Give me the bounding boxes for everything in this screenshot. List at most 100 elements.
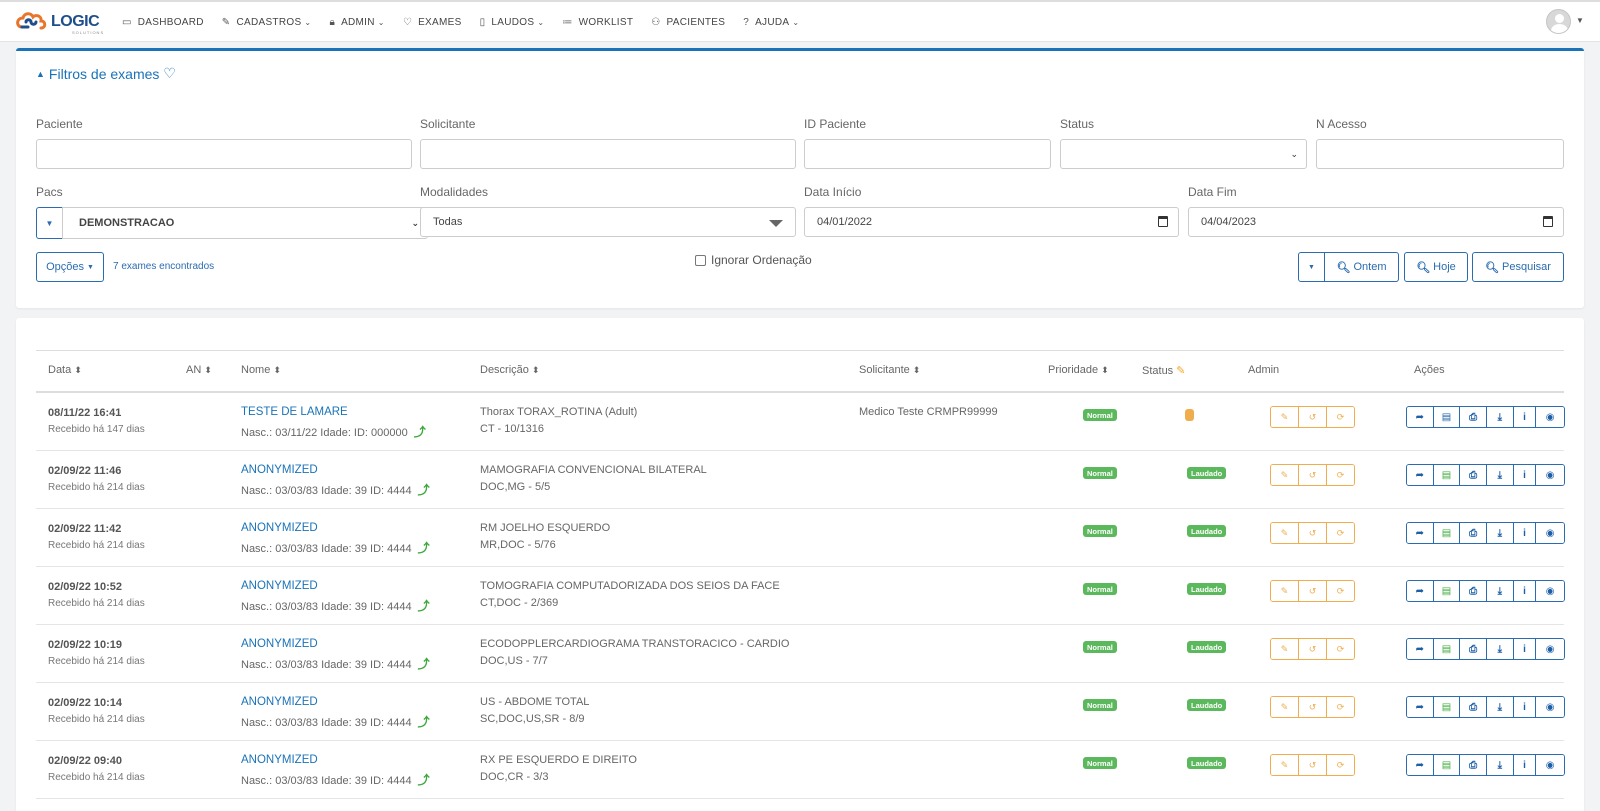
- th-data[interactable]: Data ⬍: [48, 364, 82, 376]
- nav-item-admin[interactable]: 🔒︎ ADMIN ⌄: [329, 17, 384, 28]
- share-icon[interactable]: ➦: [1407, 755, 1434, 775]
- history-icon[interactable]: ↺: [1299, 581, 1327, 601]
- date-shortcuts-dropdown[interactable]: ▼: [1298, 252, 1325, 282]
- level-up-icon[interactable]: ⤴: [418, 715, 430, 729]
- level-up-icon[interactable]: ⤴: [418, 599, 430, 613]
- ignorar-ordenacao-toggle[interactable]: Ignorar Ordenação: [695, 253, 812, 267]
- file-pdf-icon[interactable]: ▤: [1433, 407, 1461, 427]
- avatar-caret-icon[interactable]: ▼: [1576, 16, 1584, 25]
- share-icon[interactable]: ➦: [1407, 697, 1434, 717]
- share-icon[interactable]: ➦: [1407, 581, 1434, 601]
- patient-name-link[interactable]: ANONYMIZED: [241, 696, 318, 708]
- file-pdf-icon[interactable]: ▤: [1433, 755, 1461, 775]
- ontem-button[interactable]: 🔍︎ Ontem: [1324, 252, 1399, 282]
- solicitante-input[interactable]: [420, 139, 796, 169]
- modalidades-select[interactable]: Todas: [420, 207, 796, 237]
- heart-icon[interactable]: ♡: [163, 65, 176, 82]
- download-icon[interactable]: ⤓: [1486, 639, 1514, 659]
- eye-icon[interactable]: ◉: [1536, 407, 1564, 427]
- patient-name-link[interactable]: TESTE DE LAMARE: [241, 406, 348, 418]
- print-icon[interactable]: ⎙: [1460, 407, 1487, 427]
- pacs-select[interactable]: DEMONSTRACAO ⌄: [62, 207, 428, 239]
- download-icon[interactable]: ⤓: [1486, 465, 1514, 485]
- info-icon[interactable]: i: [1513, 465, 1537, 485]
- nav-item-cadastros[interactable]: ✎ CADASTROS ⌄: [222, 17, 312, 28]
- filters-toggle[interactable]: ▲ Filtros de exames ♡: [36, 65, 176, 82]
- level-up-icon[interactable]: ⤴: [418, 657, 430, 671]
- file-pdf-icon[interactable]: ▤: [1433, 581, 1461, 601]
- edit-icon[interactable]: ✎: [1271, 407, 1299, 427]
- eye-icon[interactable]: ◉: [1536, 639, 1564, 659]
- opcoes-button[interactable]: Opções ▼: [36, 252, 104, 282]
- th-nome[interactable]: Nome ⬍: [241, 364, 281, 376]
- eye-icon[interactable]: ◉: [1536, 697, 1564, 717]
- eye-icon[interactable]: ◉: [1536, 465, 1564, 485]
- pacs-dropdown-button[interactable]: ▼: [36, 207, 63, 239]
- paciente-input[interactable]: [36, 139, 412, 169]
- download-icon[interactable]: ⤓: [1486, 581, 1514, 601]
- info-icon[interactable]: i: [1513, 407, 1537, 427]
- edit-icon[interactable]: ✎: [1271, 465, 1299, 485]
- ignorar-ordenacao-checkbox[interactable]: [695, 254, 706, 266]
- nav-item-worklist[interactable]: ≔ WORKLIST: [562, 17, 633, 28]
- download-icon[interactable]: ⤓: [1486, 407, 1514, 427]
- info-icon[interactable]: i: [1513, 639, 1537, 659]
- print-icon[interactable]: ⎙: [1460, 755, 1487, 775]
- history-icon[interactable]: ↺: [1299, 697, 1327, 717]
- print-icon[interactable]: ⎙: [1460, 523, 1487, 543]
- eye-icon[interactable]: ◉: [1536, 755, 1564, 775]
- nav-item-ajuda[interactable]: ? AJUDA ⌄: [743, 17, 799, 28]
- refresh-icon[interactable]: ⟳: [1327, 407, 1354, 427]
- data-inicio-input[interactable]: 04/01/2022: [804, 207, 1179, 237]
- eye-icon[interactable]: ◉: [1536, 581, 1564, 601]
- edit-icon[interactable]: ✎: [1271, 755, 1299, 775]
- logo[interactable]: LOGIC SOLUTIONS: [14, 9, 104, 35]
- nav-item-laudos[interactable]: ▯ LAUDOS ⌄: [480, 17, 545, 28]
- status-select[interactable]: ⌄: [1060, 139, 1307, 169]
- th-descricao[interactable]: Descrição ⬍: [480, 364, 539, 376]
- pesquisar-button[interactable]: 🔍︎ Pesquisar: [1472, 252, 1564, 282]
- history-icon[interactable]: ↺: [1299, 523, 1327, 543]
- refresh-icon[interactable]: ⟳: [1327, 465, 1354, 485]
- level-up-icon[interactable]: ⤴: [414, 425, 426, 439]
- refresh-icon[interactable]: ⟳: [1327, 581, 1354, 601]
- file-pdf-icon[interactable]: ▤: [1433, 639, 1461, 659]
- share-icon[interactable]: ➦: [1407, 407, 1434, 427]
- file-pdf-icon[interactable]: ▤: [1433, 697, 1461, 717]
- info-icon[interactable]: i: [1513, 755, 1537, 775]
- patient-name-link[interactable]: ANONYMIZED: [241, 754, 318, 766]
- level-up-icon[interactable]: ⤴: [418, 773, 430, 787]
- refresh-icon[interactable]: ⟳: [1327, 639, 1354, 659]
- history-icon[interactable]: ↺: [1299, 465, 1327, 485]
- file-pdf-icon[interactable]: ▤: [1433, 465, 1461, 485]
- download-icon[interactable]: ⤓: [1486, 755, 1514, 775]
- history-icon[interactable]: ↺: [1299, 639, 1327, 659]
- patient-name-link[interactable]: ANONYMIZED: [241, 522, 318, 534]
- print-icon[interactable]: ⎙: [1460, 639, 1487, 659]
- print-icon[interactable]: ⎙: [1460, 465, 1487, 485]
- info-icon[interactable]: i: [1513, 581, 1537, 601]
- share-icon[interactable]: ➦: [1407, 523, 1434, 543]
- level-up-icon[interactable]: ⤴: [418, 483, 430, 497]
- avatar[interactable]: [1546, 9, 1571, 34]
- download-icon[interactable]: ⤓: [1486, 697, 1514, 717]
- id-paciente-input[interactable]: [804, 139, 1051, 169]
- th-solicitante[interactable]: Solicitante ⬍: [859, 364, 920, 376]
- file-pdf-icon[interactable]: ▤: [1433, 523, 1461, 543]
- patient-name-link[interactable]: ANONYMIZED: [241, 638, 318, 650]
- download-icon[interactable]: ⤓: [1486, 523, 1514, 543]
- edit-icon[interactable]: ✎: [1271, 523, 1299, 543]
- print-icon[interactable]: ⎙: [1460, 581, 1487, 601]
- edit-icon[interactable]: ✎: [1271, 581, 1299, 601]
- calendar-icon[interactable]: [1543, 216, 1553, 227]
- info-icon[interactable]: i: [1513, 523, 1537, 543]
- nav-item-dashboard[interactable]: ▭ DASHBOARD: [122, 17, 204, 28]
- info-icon[interactable]: i: [1513, 697, 1537, 717]
- level-up-icon[interactable]: ⤴: [418, 541, 430, 555]
- eye-icon[interactable]: ◉: [1536, 523, 1564, 543]
- refresh-icon[interactable]: ⟳: [1327, 755, 1354, 775]
- calendar-icon[interactable]: [1158, 216, 1168, 227]
- edit-icon[interactable]: ✎: [1176, 364, 1185, 377]
- history-icon[interactable]: ↺: [1299, 407, 1327, 427]
- refresh-icon[interactable]: ⟳: [1327, 697, 1354, 717]
